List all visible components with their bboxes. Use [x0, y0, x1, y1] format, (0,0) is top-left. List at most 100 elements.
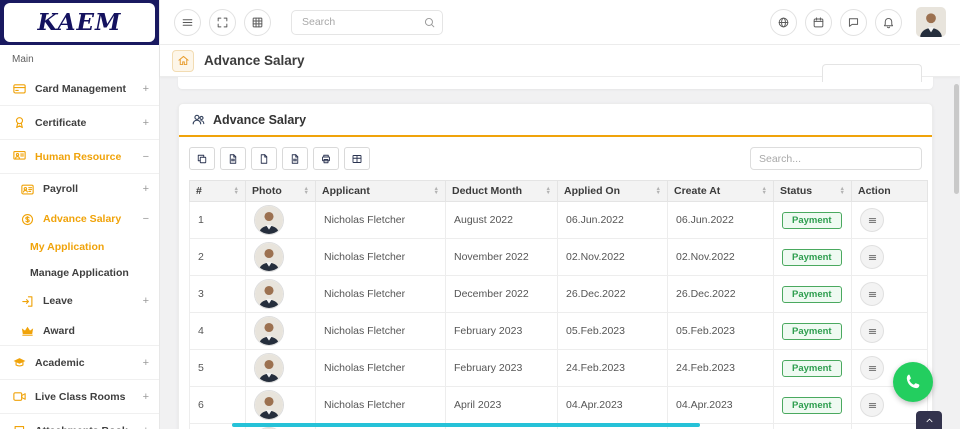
- whatsapp-button[interactable]: [893, 362, 933, 402]
- row-action-button[interactable]: [860, 356, 884, 380]
- scroll-to-top-button[interactable]: [916, 411, 942, 429]
- columns-icon: [351, 153, 363, 165]
- sort-icon: ▲▼: [840, 187, 845, 196]
- pdf-icon: [289, 153, 301, 165]
- copy-icon: [196, 153, 208, 165]
- table-body: 1Nicholas FletcherAugust 202206.Jun.2022…: [190, 202, 928, 429]
- topbar-menu-button[interactable]: [174, 9, 201, 36]
- card-toolbar: [179, 137, 932, 180]
- cell-deduct-month: February 2023: [446, 313, 558, 350]
- export-print-button[interactable]: [313, 147, 339, 170]
- column-header-create-at[interactable]: Create At▲▼: [668, 181, 774, 202]
- row-action-button[interactable]: [860, 393, 884, 417]
- sort-icon: ▲▼: [434, 187, 439, 196]
- sidebar-item-label: Payroll: [43, 183, 135, 195]
- sidebar-item-attachments-book[interactable]: Attachments Book +: [0, 414, 159, 429]
- cell-num: 2: [190, 239, 246, 276]
- expand-toggle-icon[interactable]: +: [143, 391, 149, 403]
- row-action-button[interactable]: [860, 282, 884, 306]
- expand-toggle-icon[interactable]: +: [143, 295, 149, 307]
- menu-icon: [181, 16, 194, 29]
- card-icon: [12, 81, 27, 96]
- video-icon: [12, 389, 27, 404]
- home-button[interactable]: [172, 50, 194, 72]
- column-header-num[interactable]: #▲▼: [190, 181, 246, 202]
- cell-action: [852, 202, 928, 239]
- advance-salary-card: Advance Salary #▲▼Photo▲▼Applicant▲▼Ded: [178, 103, 933, 429]
- sidebar-item-award[interactable]: Award: [0, 316, 159, 346]
- column-header-label: Applicant: [322, 185, 370, 197]
- topbar-globe-button[interactable]: [770, 9, 797, 36]
- topbar-grid-button[interactable]: [244, 9, 271, 36]
- column-header-deduct-month[interactable]: Deduct Month▲▼: [446, 181, 558, 202]
- user-avatar[interactable]: [916, 7, 946, 37]
- column-header-label: Status: [780, 185, 812, 197]
- row-action-button[interactable]: [860, 208, 884, 232]
- sort-icon: ▲▼: [546, 187, 551, 196]
- expand-toggle-icon[interactable]: +: [143, 425, 149, 429]
- export-excel-button[interactable]: [220, 147, 246, 170]
- sidebar-item-live-class-rooms[interactable]: Live Class Rooms+: [0, 380, 159, 414]
- cell-status: Payment: [774, 276, 852, 313]
- expand-toggle-icon[interactable]: +: [143, 183, 149, 195]
- sidebar-item-human-resource[interactable]: Human Resource−: [0, 140, 159, 174]
- sidebar-item-payroll[interactable]: Payroll +: [0, 174, 159, 204]
- table-row: 4Nicholas FletcherFebruary 202305.Feb.20…: [190, 313, 928, 350]
- expand-toggle-icon[interactable]: −: [143, 151, 149, 163]
- sidebar-item-academic[interactable]: Academic+: [0, 346, 159, 380]
- topbar-search: [291, 10, 443, 35]
- export-copy-button[interactable]: [189, 147, 215, 170]
- brand-logo[interactable]: KAEM: [4, 3, 155, 42]
- topbar-expand-button[interactable]: [209, 9, 236, 36]
- topbar: [160, 0, 960, 45]
- excel-icon: [227, 153, 239, 165]
- column-header-status[interactable]: Status ▲▼: [774, 181, 852, 202]
- sidebar-item-advance-salary[interactable]: Advance Salary−: [0, 204, 159, 234]
- export-csv-button[interactable]: [251, 147, 277, 170]
- row-action-button[interactable]: [860, 319, 884, 343]
- row-action-button[interactable]: [860, 245, 884, 269]
- column-header-applied-on[interactable]: Applied On▲▼: [558, 181, 668, 202]
- cell-status: Payment: [774, 202, 852, 239]
- export-pdf-button[interactable]: [282, 147, 308, 170]
- topbar-search-input[interactable]: [291, 10, 443, 35]
- sidebar-item-label: Card Management: [35, 83, 135, 95]
- column-header-photo[interactable]: Photo▲▼: [246, 181, 316, 202]
- card-title: Advance Salary: [213, 113, 306, 127]
- expand-toggle-icon[interactable]: +: [143, 83, 149, 95]
- table-row: 6Nicholas FletcherApril 202304.Apr.20230…: [190, 387, 928, 424]
- sidebar-item-card-management[interactable]: Card Management +: [0, 72, 159, 106]
- sidebar-item-manage-application[interactable]: Manage Application: [0, 260, 159, 286]
- topbar-bell-button[interactable]: [875, 9, 902, 36]
- cell-applicant: Nicholas Fletcher: [316, 276, 446, 313]
- horizontal-scrollbar[interactable]: [232, 423, 700, 427]
- sidebar-item-label: Award: [43, 325, 149, 337]
- app-window: KAEM Main Card Management+Certificate+Hu…: [0, 0, 960, 429]
- cell-applied-on: 04.Apr.2023: [558, 387, 668, 424]
- topbar-chat-button[interactable]: [840, 9, 867, 36]
- cell-action: [852, 313, 928, 350]
- calendar-icon: [812, 16, 825, 29]
- sidebar-item-my-application[interactable]: My Application: [0, 234, 159, 260]
- menu-lines-icon: [867, 289, 878, 300]
- sidebar-item-leave[interactable]: Leave+: [0, 286, 159, 316]
- applicant-photo: [254, 242, 284, 272]
- expand-toggle-icon[interactable]: −: [143, 213, 149, 225]
- globe-icon: [777, 16, 790, 29]
- column-header-label: Photo: [252, 185, 282, 197]
- book-icon: [12, 424, 27, 429]
- column-header-label: Action: [858, 185, 891, 197]
- column-header-applicant[interactable]: Applicant ▲▼: [316, 181, 446, 202]
- sidebar-item-certificate[interactable]: Certificate+: [0, 106, 159, 140]
- sidebar-item-label: Attachments Book: [35, 425, 135, 429]
- expand-toggle-icon[interactable]: +: [143, 357, 149, 369]
- vertical-scrollbar[interactable]: [954, 84, 959, 194]
- expand-toggle-icon[interactable]: +: [143, 117, 149, 129]
- table-row: 1Nicholas FletcherAugust 202206.Jun.2022…: [190, 202, 928, 239]
- export-columns-button[interactable]: [344, 147, 370, 170]
- expand-icon: [216, 16, 229, 29]
- cell-applied-on: 05.Feb.2023: [558, 313, 668, 350]
- topbar-calendar-button[interactable]: [805, 9, 832, 36]
- table-search-input[interactable]: [750, 147, 922, 170]
- cell-applicant: Nicholas Fletcher: [316, 387, 446, 424]
